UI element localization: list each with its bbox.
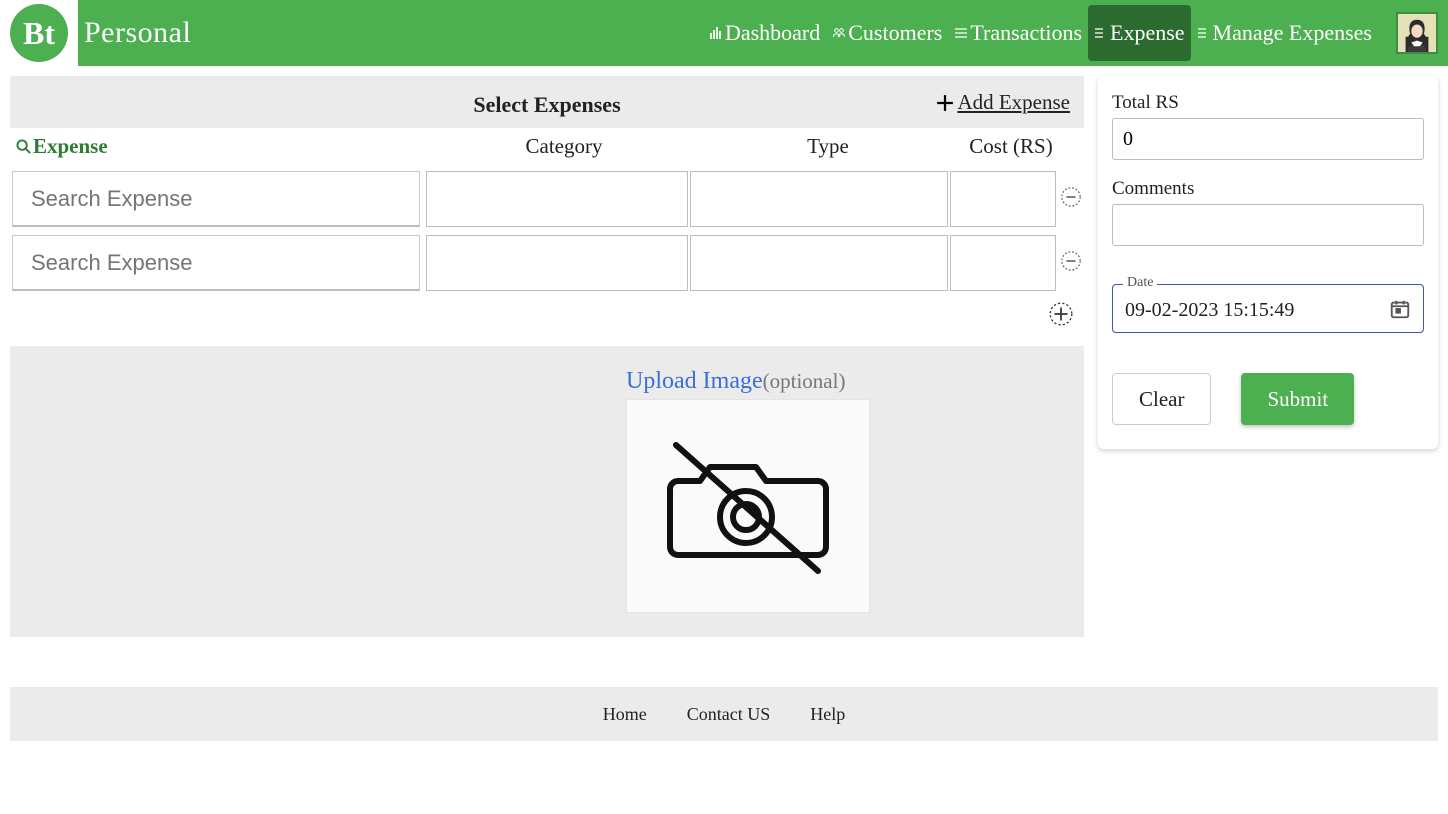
submit-button[interactable]: Submit xyxy=(1241,373,1354,425)
footer: Home Contact US Help xyxy=(10,687,1438,741)
button-row: Clear Submit xyxy=(1112,373,1424,425)
table-header-row: Expense Category Type Cost (RS) xyxy=(10,128,1084,167)
footer-contact[interactable]: Contact US xyxy=(687,704,771,725)
panel-title: Select Expenses xyxy=(10,92,1084,118)
plus-icon xyxy=(936,94,954,112)
upload-section: Upload Image(optional) xyxy=(10,346,1084,637)
nav-dashboard[interactable]: Dashboard xyxy=(703,5,826,61)
nav-label: Transactions xyxy=(970,20,1082,46)
upload-label: Upload Image(optional) xyxy=(626,368,878,395)
list-icon xyxy=(954,26,968,40)
upload-optional-text: (optional) xyxy=(763,369,846,393)
page-body: Select Expenses Add Expense Expense Cate… xyxy=(0,66,1448,647)
add-expense-link[interactable]: Add Expense xyxy=(936,90,1070,115)
col-category-header: Category xyxy=(430,134,698,159)
top-nav: Dashboard Customers Transactions Expense… xyxy=(703,0,1448,66)
nav-manage-expenses[interactable]: Manage Expenses xyxy=(1191,5,1378,61)
calendar-icon[interactable] xyxy=(1389,298,1411,320)
table-row xyxy=(10,167,1084,231)
nav-label: Dashboard xyxy=(725,20,820,46)
cost-cell[interactable] xyxy=(950,171,1056,227)
avatar[interactable] xyxy=(1396,12,1438,54)
comments-input[interactable] xyxy=(1112,204,1424,246)
list-icon xyxy=(1094,26,1108,40)
date-field[interactable]: Date 09-02-2023 15:15:49 xyxy=(1112,284,1424,333)
header: Bt Personal Dashboard Customers Transact… xyxy=(0,0,1448,66)
expense-search-input[interactable] xyxy=(12,171,420,227)
remove-row-button[interactable] xyxy=(1060,250,1082,277)
nav-customers[interactable]: Customers xyxy=(826,5,948,61)
footer-home[interactable]: Home xyxy=(603,704,647,725)
col-cost-header: Cost (RS) xyxy=(958,134,1084,159)
clear-button[interactable]: Clear xyxy=(1112,373,1211,425)
expense-search-input[interactable] xyxy=(12,235,420,291)
brand-title: Personal xyxy=(84,16,191,50)
nav-expense[interactable]: Expense xyxy=(1088,5,1191,61)
date-value: 09-02-2023 15:15:49 xyxy=(1125,299,1294,321)
list-icon xyxy=(1197,26,1211,40)
minus-circle-icon xyxy=(1060,186,1082,208)
no-camera-icon xyxy=(658,431,838,581)
type-cell[interactable] xyxy=(690,171,948,227)
category-cell[interactable] xyxy=(426,235,688,291)
search-icon xyxy=(16,139,31,154)
nav-transactions[interactable]: Transactions xyxy=(948,5,1088,61)
brand-logo[interactable]: Bt xyxy=(0,0,78,66)
type-cell[interactable] xyxy=(690,235,948,291)
brand-logo-text: Bt xyxy=(10,4,68,62)
nav-label: Customers xyxy=(848,20,942,46)
table-row xyxy=(10,231,1084,295)
footer-help[interactable]: Help xyxy=(810,704,845,725)
add-expense-label: Add Expense xyxy=(957,90,1070,115)
summary-panel: Total RS Comments Date 09-02-2023 15:15:… xyxy=(1098,76,1438,449)
plus-circle-icon xyxy=(1048,301,1074,327)
remove-row-button[interactable] xyxy=(1060,186,1082,213)
expenses-panel: Select Expenses Add Expense Expense Cate… xyxy=(10,76,1084,637)
col-expense-header: Expense xyxy=(10,134,430,159)
total-label: Total RS xyxy=(1112,92,1424,114)
upload-dropzone[interactable] xyxy=(626,399,870,613)
expenses-header: Select Expenses Add Expense xyxy=(10,76,1084,128)
nav-label: Expense xyxy=(1110,20,1185,46)
bars-icon xyxy=(709,26,723,40)
avatar-icon xyxy=(1398,14,1436,52)
date-label: Date xyxy=(1123,275,1157,291)
col-type-header: Type xyxy=(698,134,958,159)
nav-label: Manage Expenses xyxy=(1213,20,1372,46)
add-row-area xyxy=(10,295,1084,340)
add-row-button[interactable] xyxy=(1048,301,1074,332)
col-expense-label: Expense xyxy=(33,134,108,159)
cost-cell[interactable] xyxy=(950,235,1056,291)
upload-image-link[interactable]: Upload Image xyxy=(626,368,763,394)
category-cell[interactable] xyxy=(426,171,688,227)
rows-container xyxy=(10,167,1084,346)
total-input[interactable] xyxy=(1112,118,1424,160)
people-icon xyxy=(832,26,846,40)
minus-circle-icon xyxy=(1060,250,1082,272)
comments-label: Comments xyxy=(1112,178,1424,200)
